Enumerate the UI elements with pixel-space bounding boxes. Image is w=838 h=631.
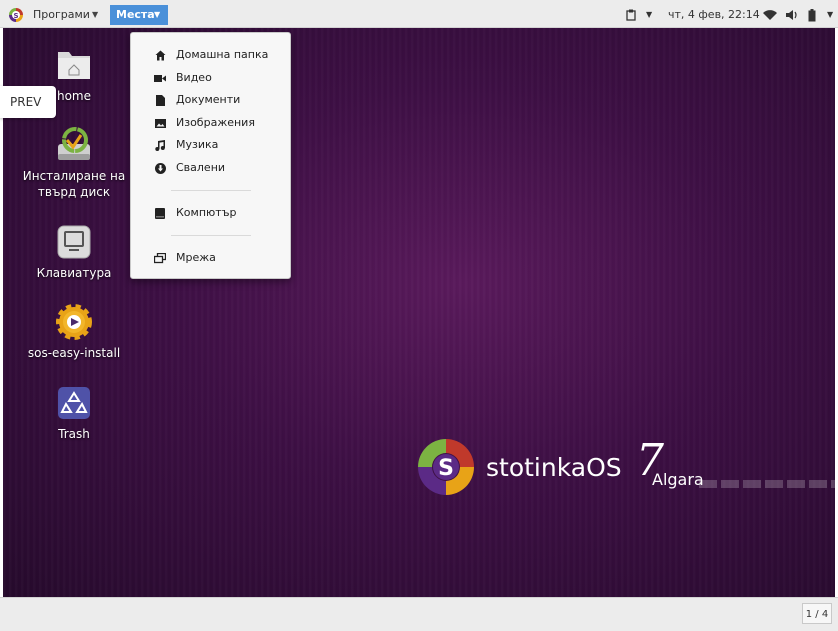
clipboard-icon[interactable] <box>626 5 636 25</box>
desktop-icon-label: home <box>56 89 92 103</box>
menu-item-label: Мрежа <box>176 251 216 264</box>
places-menu-button[interactable]: Места ▼ <box>110 5 168 25</box>
menu-item-label: Документи <box>176 93 241 106</box>
menu-item-label: Компютър <box>176 206 237 219</box>
menu-item-pictures[interactable]: Изображения <box>131 113 290 133</box>
desktop-icon-keyboard[interactable]: Клавиатура <box>21 223 127 281</box>
desktop-icon-label: Инсталиране на твърд диск <box>22 169 126 199</box>
brand-name: stotinkaOS <box>486 453 622 482</box>
chevron-down-icon[interactable]: ▼ <box>827 5 833 25</box>
desktop-icon-easy-install[interactable]: sos-easy-install <box>21 303 127 361</box>
bottom-panel: 1 / 4 <box>0 597 838 631</box>
menu-separator <box>171 235 251 236</box>
volume-icon[interactable] <box>785 5 799 25</box>
desktop-icon-install-disk[interactable]: Инсталиране на твърд диск <box>21 126 127 200</box>
video-camera-icon <box>153 68 167 88</box>
menu-item-label: Свалени <box>176 161 226 174</box>
music-note-icon <box>153 135 167 155</box>
document-icon <box>153 90 167 110</box>
network-icon <box>153 248 167 268</box>
easy-install-gear-icon <box>56 304 92 340</box>
clock[interactable]: чт, 4 фев, 22:14 <box>668 5 760 25</box>
stotinka-logo-icon: S <box>418 439 474 495</box>
chevron-down-icon[interactable]: ▼ <box>646 5 652 25</box>
stotinka-logo-icon: S <box>9 8 23 22</box>
menu-item-label: Музика <box>176 138 219 151</box>
chevron-down-icon: ▼ <box>92 10 99 19</box>
menu-separator <box>171 190 251 191</box>
keyboard-icon <box>57 225 91 259</box>
menu-item-label: Изображения <box>176 116 255 129</box>
places-menu-label: Места <box>116 8 155 21</box>
menu-item-computer[interactable]: Компютър <box>131 203 290 223</box>
menu-item-label: Видео <box>176 71 212 84</box>
home-folder-icon <box>58 52 90 79</box>
menu-item-downloads[interactable]: Свалени <box>131 158 290 178</box>
drive-icon <box>153 203 167 223</box>
menu-item-home-folder[interactable]: Домашна папка <box>131 45 290 65</box>
brand-decoration <box>699 480 835 488</box>
brand-codename: Algara <box>652 470 704 489</box>
top-panel: S Програми ▼ Места ▼ ▼ чт, 4 фев, 22:14 … <box>0 0 838 28</box>
menu-item-documents[interactable]: Документи <box>131 90 290 110</box>
svg-text:S: S <box>13 12 18 20</box>
wallpaper <box>3 28 835 597</box>
workspace-switcher[interactable]: 1 / 4 <box>802 603 832 624</box>
install-disk-icon <box>58 127 90 160</box>
download-icon <box>153 158 167 178</box>
prev-button[interactable]: PREV <box>0 86 56 118</box>
places-dropdown-menu: Домашна папка Видео Документи Изображени… <box>130 32 291 279</box>
stotinkaos-brand-logo: S stotinkaOS 7 Algara <box>416 435 835 501</box>
menu-item-network[interactable]: Мрежа <box>131 248 290 268</box>
desktop-icon-trash[interactable]: Trash <box>21 384 127 442</box>
menu-item-label: Домашна папка <box>176 48 269 61</box>
desktop-icon-label: Trash <box>58 427 90 441</box>
wifi-icon[interactable] <box>763 5 777 25</box>
home-icon <box>153 45 167 65</box>
chevron-down-icon: ▼ <box>154 10 161 19</box>
desktop-icon-label: sos-easy-install <box>27 346 121 360</box>
trash-icon <box>58 387 90 419</box>
svg-text:S: S <box>438 456 454 481</box>
desktop[interactable]: home Инсталиране на твърд диск Клавиатур… <box>3 28 835 597</box>
battery-icon[interactable] <box>808 5 816 25</box>
menu-item-videos[interactable]: Видео <box>131 68 290 88</box>
menu-item-music[interactable]: Музика <box>131 135 290 155</box>
applications-menu-label: Програми <box>33 8 90 21</box>
desktop-icon-label: Клавиатура <box>36 266 112 280</box>
image-icon <box>153 113 167 133</box>
